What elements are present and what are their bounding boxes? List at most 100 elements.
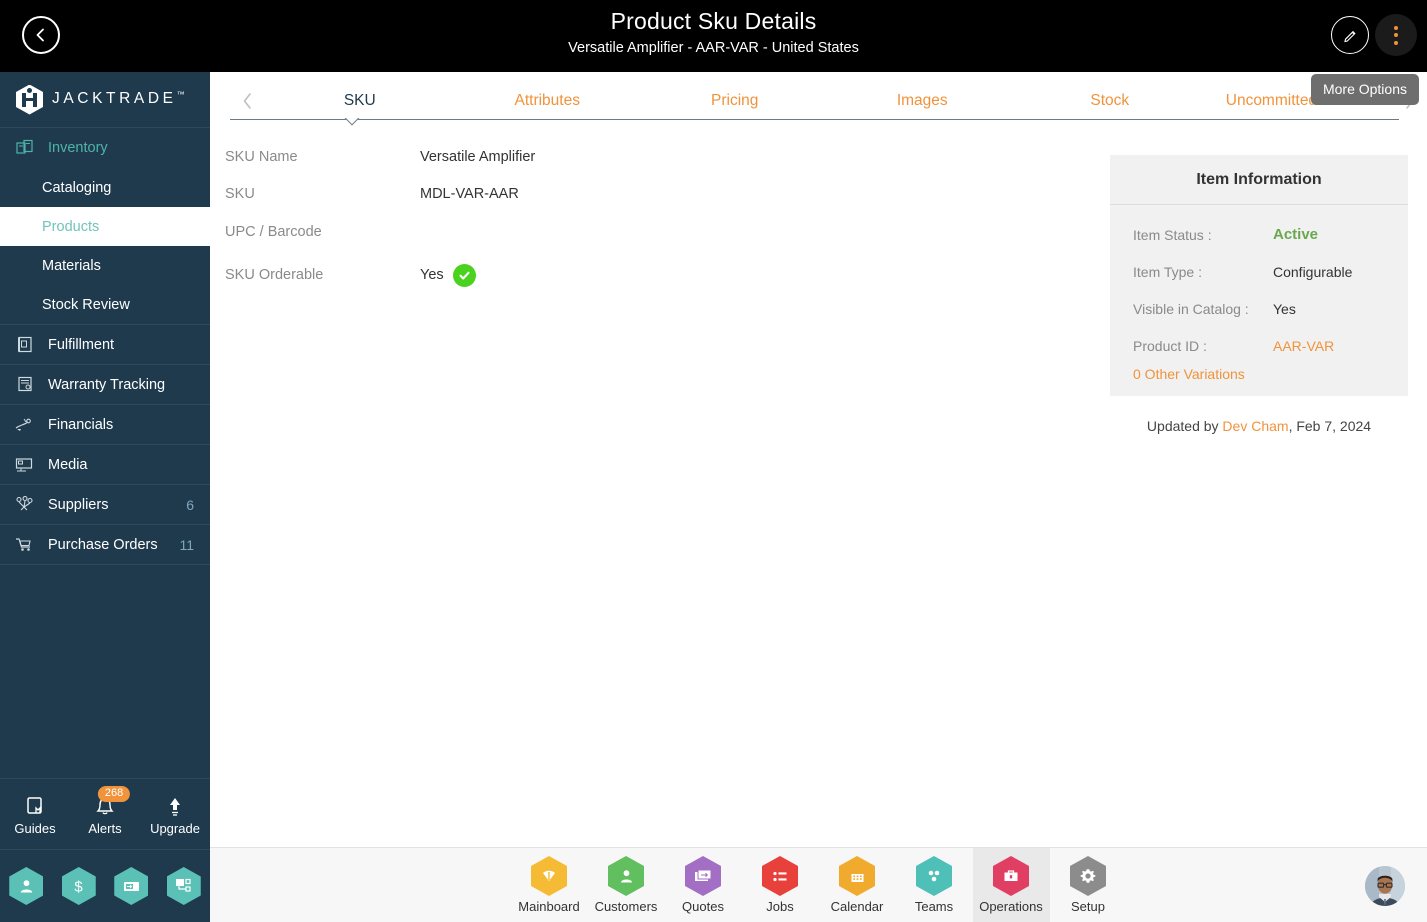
bottom-app-bar: Mainboard Customers Quotes Jobs Calendar… bbox=[210, 847, 1427, 922]
jobs-icon bbox=[762, 856, 798, 896]
field-sku-orderable: SKU Orderable Yes bbox=[225, 263, 905, 287]
field-label: SKU Orderable bbox=[225, 267, 324, 283]
sidebar-quick-actions: $ bbox=[0, 850, 210, 922]
app-quotes[interactable]: Quotes bbox=[665, 848, 742, 922]
sidebar-item-purchase-orders[interactable]: Purchase Orders 11 bbox=[0, 525, 210, 565]
active-tab-indicator bbox=[344, 118, 360, 127]
sidebar-item-label: Suppliers bbox=[48, 496, 109, 513]
media-icon bbox=[14, 455, 36, 475]
info-key: Item Status : bbox=[1133, 226, 1212, 243]
sku-details-panel: SKU Name Versatile Amplifier SKU MDL-VAR… bbox=[210, 130, 1427, 847]
info-key: Product ID : bbox=[1133, 337, 1207, 354]
alerts-button[interactable]: 268 Alerts bbox=[74, 785, 136, 836]
item-information-title: Item Information bbox=[1110, 155, 1408, 205]
checkmark-icon bbox=[452, 263, 476, 287]
quick-action-billing[interactable]: $ bbox=[61, 867, 96, 905]
app-label: Setup bbox=[1071, 899, 1105, 914]
other-variations-link[interactable]: 0 Other Variations bbox=[1110, 366, 1408, 382]
upgrade-label: Upgrade bbox=[150, 820, 200, 836]
guides-label: Guides bbox=[14, 820, 56, 836]
purchase-orders-icon bbox=[14, 535, 36, 555]
brand-logo[interactable]: JACKTRADE™ bbox=[0, 72, 210, 128]
app-label: Calendar bbox=[830, 899, 884, 914]
sidebar-item-financials[interactable]: Financials bbox=[0, 405, 210, 445]
app-jobs[interactable]: Jobs bbox=[742, 848, 819, 922]
field-label: UPC / Barcode bbox=[225, 224, 322, 240]
sidebar-item-warranty-tracking[interactable]: Warranty Tracking bbox=[0, 365, 210, 405]
item-information-panel: Item Information Item Status : Active It… bbox=[1110, 155, 1408, 396]
sidebar-item-label: Fulfillment bbox=[48, 336, 115, 353]
updated-by-text: Updated by Dev Cham, Feb 7, 2024 bbox=[1110, 418, 1408, 434]
info-value: Configurable bbox=[1273, 263, 1353, 280]
top-header-bar: Product Sku Details Versatile Amplifier … bbox=[0, 0, 1427, 72]
app-calendar[interactable]: Calendar bbox=[819, 848, 896, 922]
quick-action-workflow[interactable] bbox=[166, 867, 201, 905]
tab-attributes[interactable]: Attributes bbox=[454, 72, 642, 130]
tab-pricing[interactable]: Pricing bbox=[641, 72, 829, 130]
tabs-prev-button[interactable] bbox=[230, 72, 266, 130]
info-value[interactable]: AAR-VAR bbox=[1273, 338, 1334, 354]
guides-button[interactable]: Guides bbox=[4, 793, 66, 836]
app-teams[interactable]: Teams bbox=[896, 848, 973, 922]
sidebar-item-cataloging[interactable]: Cataloging bbox=[0, 168, 210, 207]
tab-bar: SKU Attributes Pricing Images Stock Unco… bbox=[210, 72, 1427, 130]
field-sku: SKU MDL-VAR-AAR bbox=[225, 182, 905, 206]
updated-prefix: Updated by bbox=[1146, 418, 1223, 434]
sidebar-group-inventory[interactable]: Inventory bbox=[0, 128, 210, 168]
sidebar-item-label: Warranty Tracking bbox=[48, 376, 166, 393]
tab-stock[interactable]: Stock bbox=[1016, 72, 1204, 130]
app-mainboard[interactable]: Mainboard bbox=[511, 848, 588, 922]
field-sku-name: SKU Name Versatile Amplifier bbox=[225, 145, 905, 169]
app-setup[interactable]: Setup bbox=[1050, 848, 1127, 922]
inventory-icon bbox=[14, 138, 36, 158]
pencil-icon bbox=[1343, 30, 1356, 42]
app-label: Mainboard bbox=[518, 899, 580, 914]
kebab-dot-1 bbox=[1394, 25, 1398, 30]
workflow-icon bbox=[176, 878, 191, 892]
operations-icon bbox=[993, 856, 1029, 896]
avatar-photo bbox=[1365, 866, 1405, 906]
warranty-icon bbox=[14, 375, 36, 395]
info-key: Item Type : bbox=[1133, 263, 1202, 280]
sidebar-item-count: 11 bbox=[179, 536, 194, 553]
updated-user-link[interactable]: Dev Cham bbox=[1222, 418, 1288, 434]
customers-icon bbox=[608, 856, 644, 896]
app-label: Jobs bbox=[766, 899, 794, 914]
field-label: SKU bbox=[225, 186, 255, 202]
up-arrow-icon bbox=[144, 793, 206, 821]
sidebar-item-label: Financials bbox=[48, 416, 114, 433]
setup-gear-icon bbox=[1070, 856, 1106, 896]
sidebar-item-suppliers[interactable]: Suppliers 6 bbox=[0, 485, 210, 525]
sidebar-item-stock-review[interactable]: Stock Review bbox=[0, 285, 210, 324]
app-operations[interactable]: Operations bbox=[972, 847, 1050, 922]
app-customers[interactable]: Customers bbox=[588, 848, 665, 922]
financials-icon bbox=[14, 415, 36, 435]
more-options-button[interactable] bbox=[1375, 14, 1417, 56]
sidebar-item-products[interactable]: Products bbox=[0, 207, 210, 246]
info-row-product-id: Product ID : AAR-VAR bbox=[1110, 327, 1408, 364]
quick-action-user[interactable] bbox=[9, 867, 44, 905]
alerts-label: Alerts bbox=[88, 820, 122, 836]
sidebar-item-media[interactable]: Media bbox=[0, 445, 210, 485]
edit-button[interactable] bbox=[1331, 16, 1369, 54]
fulfillment-icon bbox=[14, 335, 36, 355]
sidebar-item-materials[interactable]: Materials bbox=[0, 246, 210, 285]
dollar-icon: $ bbox=[75, 878, 84, 895]
tab-list: SKU Attributes Pricing Images Stock Unco… bbox=[230, 72, 1427, 130]
book-icon bbox=[4, 793, 66, 821]
upgrade-button[interactable]: Upgrade bbox=[144, 793, 206, 836]
info-key: Visible in Catalog : bbox=[1133, 300, 1249, 317]
quick-action-payment[interactable] bbox=[114, 867, 149, 905]
field-value: Yes bbox=[420, 267, 444, 283]
mainboard-icon bbox=[531, 856, 567, 896]
user-avatar[interactable] bbox=[1365, 866, 1405, 906]
info-value: Yes bbox=[1273, 300, 1296, 317]
tab-images[interactable]: Images bbox=[829, 72, 1017, 130]
sidebar-item-label: Products bbox=[42, 218, 100, 235]
more-options-tooltip: More Options bbox=[1310, 74, 1419, 105]
sidebar-item-fulfillment[interactable]: Fulfillment bbox=[0, 325, 210, 365]
app-label: Quotes bbox=[682, 899, 724, 914]
item-information-body: Item Status : Active Item Type : Configu… bbox=[1110, 205, 1408, 396]
info-row-item-status: Item Status : Active bbox=[1110, 216, 1408, 253]
quotes-icon bbox=[685, 856, 721, 896]
